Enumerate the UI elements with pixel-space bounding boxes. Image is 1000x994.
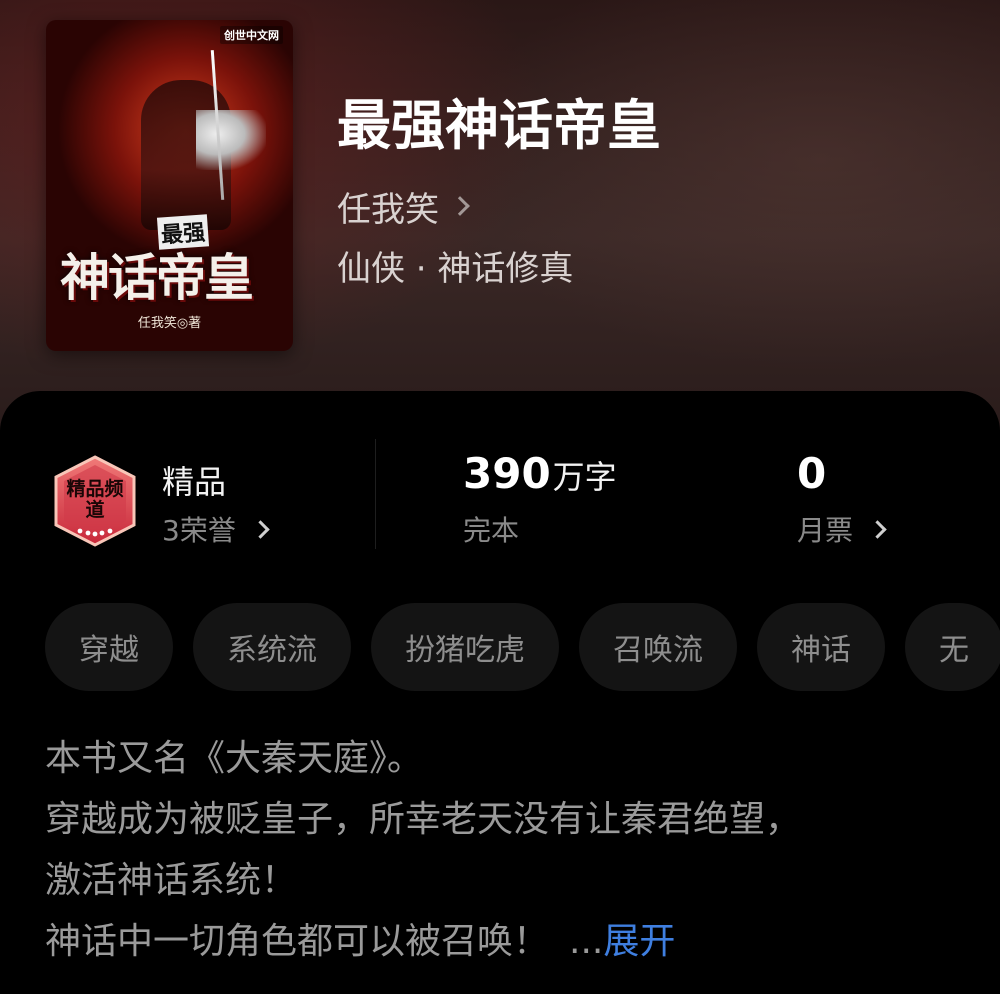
book-title: 最强神话帝皇 (337, 94, 661, 157)
honors-label: 3荣誉 (162, 514, 236, 547)
author-link[interactable]: 任我笑 (337, 184, 470, 230)
description-line: 本书又名《大秦天庭》。 (45, 738, 424, 779)
tag-list: 穿越 系统流 扮猪吃虎 召唤流 神话无 (45, 603, 1000, 691)
description-line: 神话中一切角色都可以被召唤！ (45, 921, 550, 962)
book-cover[interactable]: 创世中文网 最强 神话帝皇 任我笑◎著 (46, 20, 293, 351)
tag-chip[interactable]: 神话 (757, 603, 885, 691)
completion-status: 完本 (463, 509, 519, 549)
monthly-votes-value: 0 (797, 449, 827, 498)
word-count-unit: 万字 (552, 458, 617, 496)
stats-divider (375, 439, 376, 549)
chevron-right-icon (868, 519, 887, 539)
cover-figure-hair (196, 110, 266, 170)
chevron-right-icon (251, 519, 270, 539)
tag-chip[interactable]: 穿越 (45, 603, 173, 691)
word-count-stat: 390万字 (463, 449, 617, 498)
cover-author: 任我笑◎著 (137, 316, 202, 331)
cover-publisher-logo: 创世中文网 (220, 26, 283, 44)
monthly-votes-link[interactable]: 月票 (797, 509, 887, 549)
description-line: 穿越成为被贬皇子，所幸老天没有让秦君绝望， (45, 799, 802, 840)
tag-chip[interactable]: 召唤流 (579, 603, 737, 691)
description-last-line: 神话中一切角色都可以被召唤！ ...展开 (45, 911, 965, 972)
tag-chip[interactable]: 无 (905, 603, 1000, 691)
book-description: 本书又名《大秦天庭》。 穿越成为被贬皇子，所幸老天没有让秦君绝望， 激活神话系统… (45, 728, 965, 972)
premium-channel-badge-icon: 精品频道 (50, 455, 140, 547)
category-label: 精品 (162, 463, 227, 501)
description-ellipsis: ... (569, 921, 604, 962)
book-genre: 仙侠 · 神话修真 (337, 249, 574, 289)
chevron-right-icon (450, 196, 470, 216)
status-label: 完本 (463, 514, 520, 547)
book-info-card: 精品频道 精品 3荣誉 390万字 完本 0 月票 穿越 系统流 扮猪吃虎 召唤流 神话… (0, 391, 1000, 994)
tag-chip[interactable]: 系统流 (193, 603, 351, 691)
badge-text: 精品频道 (66, 478, 124, 521)
description-line: 激活神话系统！ (45, 860, 298, 901)
honors-link[interactable]: 3荣誉 (162, 509, 270, 549)
tag-chip[interactable]: 扮猪吃虎 (371, 603, 559, 691)
author-name: 任我笑 (337, 189, 439, 230)
expand-description-button[interactable]: 展开 (603, 921, 675, 962)
cover-title-big: 神话帝皇 (60, 248, 254, 307)
monthly-votes-label: 月票 (797, 514, 854, 547)
book-header: 创世中文网 最强 神话帝皇 任我笑◎著 最强神话帝皇 任我笑 仙侠 · 神话修真 (0, 0, 1000, 430)
word-count-value: 390 (463, 449, 551, 498)
